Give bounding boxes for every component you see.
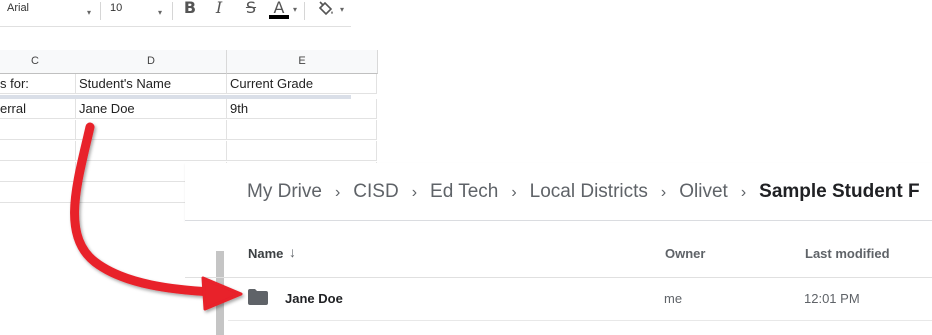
font-family-value: Arial [7,2,30,14]
column-header-e[interactable]: E [227,50,378,74]
font-family-select[interactable]: Arial ▾ [7,2,95,21]
chevron-right-icon: › [660,184,667,201]
cell-e2[interactable]: 9th [227,99,377,119]
file-last-modified: 12:01 PM [804,291,860,306]
breadcrumb-my-drive[interactable]: My Drive [247,181,322,203]
font-size-value: 10 [110,2,123,14]
strikethrough-button[interactable]: S [243,0,259,20]
font-size-select[interactable]: 10 ▾ [110,2,166,21]
file-owner: me [664,291,683,306]
chevron-right-icon: › [411,184,418,201]
cell-c2[interactable]: erral [0,99,76,119]
breadcrumb-current-folder[interactable]: Sample Student F [759,181,919,203]
name-column-header[interactable]: Name [248,246,283,261]
text-color-swatch [269,15,289,19]
breadcrumb-ed-tech[interactable]: Ed Tech [430,181,498,203]
file-list-header: Name ↓ Owner Last modified [185,221,932,278]
column-header-c[interactable]: C [0,50,77,74]
cell-c4[interactable] [0,141,76,161]
drive-header: My Drive › CISD › Ed Tech › Local Districts › Ol… [185,163,932,221]
breadcrumb-cisd[interactable]: CISD [353,181,398,203]
sort-arrow-down-icon[interactable]: ↓ [289,244,296,260]
chevron-right-icon: › [511,184,517,201]
cell-e3[interactable] [227,120,377,140]
file-name: Jane Doe [285,291,343,306]
breadcrumb: My Drive › CISD › Ed Tech › Local Districts › Ol… [247,181,920,203]
text-color-button[interactable]: A [268,0,290,20]
cell-e4[interactable] [227,141,377,161]
bold-button[interactable]: B [183,0,197,20]
paint-bucket-icon [318,1,333,16]
chevron-down-icon: ▾ [157,8,162,17]
column-header-d[interactable]: D [76,50,227,74]
toolbar-divider [172,2,173,20]
chevron-down-icon[interactable]: ▾ [340,5,344,14]
fill-color-button[interactable] [316,0,336,20]
toolbar-divider [100,2,101,20]
last-modified-column-header[interactable]: Last modified [805,246,890,261]
file-row[interactable]: Jane Doe me 12:01 PM [228,278,932,321]
owner-column-header[interactable]: Owner [665,246,705,261]
chevron-down-icon: ▾ [86,8,91,17]
file-list: Name ↓ Owner Last modified Jane Doe me 1… [185,221,932,335]
cell-c6[interactable] [0,183,76,203]
cell-e1[interactable]: Current Grade [227,74,377,94]
breadcrumb-olivet[interactable]: Olivet [679,181,728,203]
cell-d1[interactable]: Student's Name [76,74,227,94]
folder-icon [248,289,268,305]
chevron-right-icon: › [334,184,341,201]
cell-c3[interactable] [0,120,76,140]
cell-d2[interactable]: Jane Doe [76,99,227,119]
cell-c1[interactable]: s for: [0,74,76,94]
toolbar-divider [304,2,305,20]
cell-d3[interactable] [76,120,227,140]
cell-d4[interactable] [76,141,227,161]
drive-panel: My Drive › CISD › Ed Tech › Local Districts › Ol… [185,163,932,335]
chevron-right-icon: › [740,184,747,201]
sheet-toolbar: Arial ▾ 10 ▾ B I S A ▾ ▾ [0,0,351,27]
cell-c5[interactable] [0,162,76,182]
chevron-down-icon[interactable]: ▾ [293,5,297,14]
breadcrumb-local-districts[interactable]: Local Districts [530,181,648,203]
italic-button[interactable]: I [212,0,226,20]
